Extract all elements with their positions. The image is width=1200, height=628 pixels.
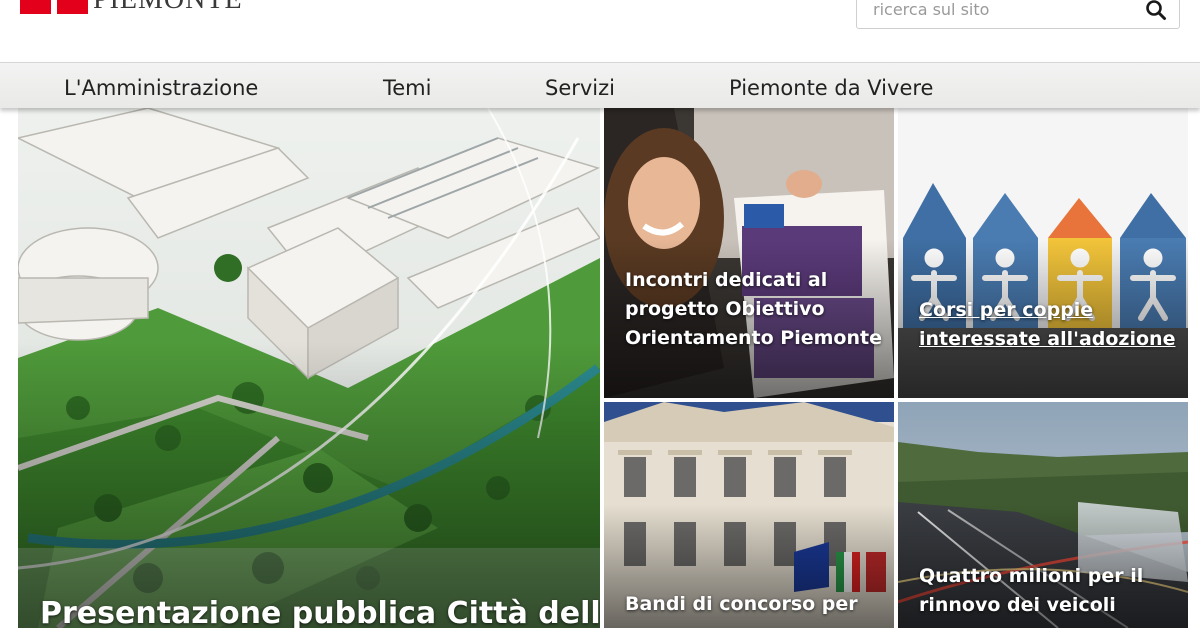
news-tile-bandi[interactable]: Bandi di concorso per [604, 402, 894, 628]
hero-tile[interactable]: Presentazione pubblica Città della [18, 108, 600, 628]
logo-mark[interactable] [20, 0, 88, 14]
nav-item-piemonte-da-vivere[interactable]: Piemonte da Vivere [729, 75, 933, 101]
news-tile-veicoli[interactable]: Quattro milioni per il rinnovo dei veico… [898, 402, 1188, 628]
news-tile-adozione[interactable]: Corsi per coppie interessate all'adozion… [898, 108, 1188, 398]
search-input[interactable] [857, 0, 1137, 28]
hero-caption[interactable]: Presentazione pubblica Città della [40, 596, 600, 628]
logo-text[interactable]: PIEMONTE [93, 0, 243, 14]
search-button[interactable] [1145, 0, 1173, 23]
nav-item-servizi[interactable]: Servizi [545, 75, 615, 101]
logo-square-right [57, 0, 88, 14]
adozione-caption[interactable]: Corsi per coppie interessate all'adozion… [919, 296, 1179, 354]
nav-item-amministrazione[interactable]: L'Amministrazione [64, 75, 258, 101]
search-icon [1145, 0, 1173, 21]
search-box [856, 0, 1180, 29]
main-nav: L'Amministrazione Temi Servizi Piemonte … [0, 62, 1200, 108]
bandi-caption[interactable]: Bandi di concorso per [625, 590, 885, 619]
logo-square-left [20, 0, 51, 14]
veicoli-caption[interactable]: Quattro milioni per il rinnovo dei veico… [919, 562, 1179, 620]
news-tile-orientamento[interactable]: Incontri dedicati al progetto Obiettivo … [604, 108, 894, 398]
orientamento-caption[interactable]: Incontri dedicati al progetto Obiettivo … [625, 266, 885, 353]
hero-shade [18, 342, 600, 628]
nav-item-temi[interactable]: Temi [383, 75, 431, 101]
site-header: PIEMONTE [0, 0, 1200, 62]
